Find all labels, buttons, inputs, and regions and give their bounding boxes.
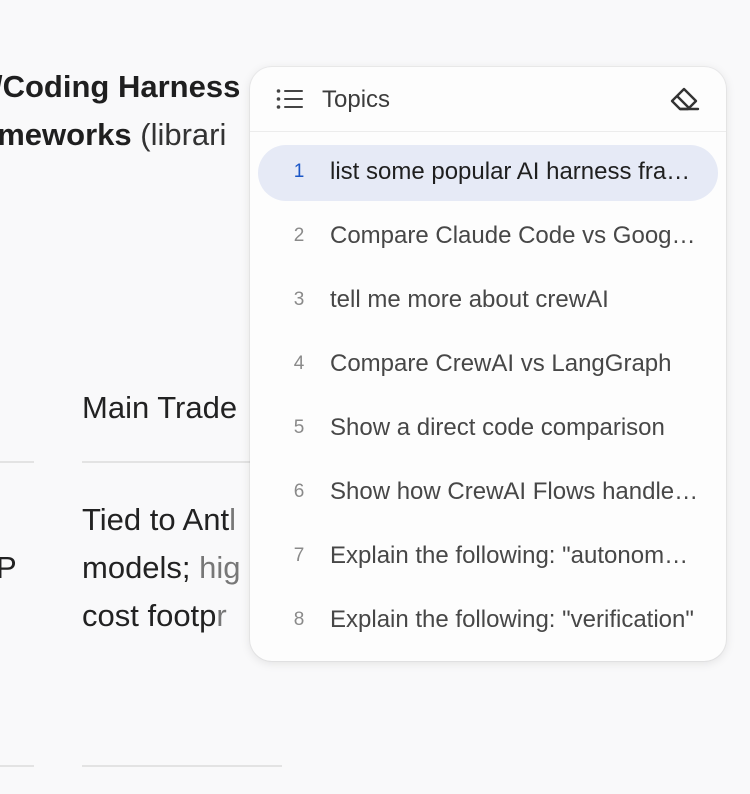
cell-text-faint: l xyxy=(229,502,236,537)
topic-number: 6 xyxy=(293,481,305,502)
topic-item[interactable]: 3 tell me more about crewAI xyxy=(258,273,718,329)
doc-heading-line-2: ameworks (librari xyxy=(0,119,226,150)
topic-number: 7 xyxy=(293,545,305,566)
topic-label: Show a direct code comparison xyxy=(330,414,665,441)
topic-number: 4 xyxy=(293,353,305,374)
topic-item[interactable]: 2 Compare Claude Code vs Google Antigravi… xyxy=(258,209,718,265)
topic-label: Explain the following: "verification" xyxy=(330,606,694,633)
eraser-icon[interactable] xyxy=(666,83,702,115)
table-cell-line: Tied to Antl xyxy=(82,504,236,535)
topic-label: Show how CrewAI Flows handle state xyxy=(330,478,700,505)
cell-text-faint: hig xyxy=(199,550,241,585)
doc-heading-normal: (librari xyxy=(131,117,227,152)
topic-item[interactable]: 1 list some popular AI harness frameworks xyxy=(258,145,718,201)
topics-title: Topics xyxy=(322,86,391,113)
topic-number: 8 xyxy=(293,609,305,630)
table-divider xyxy=(82,461,252,463)
topic-number: 1 xyxy=(293,161,305,182)
topics-panel-header: Topics xyxy=(250,67,726,132)
cell-text: cost footp xyxy=(82,598,217,633)
topic-label: Explain the following: "autonomous agent… xyxy=(330,542,700,569)
topic-item[interactable]: 5 Show a direct code comparison xyxy=(258,401,718,457)
topics-panel: Topics 1 list some popular AI harness fra… xyxy=(250,67,726,661)
list-icon xyxy=(276,88,304,110)
table-divider xyxy=(82,765,282,767)
cell-text: Tied to Ant xyxy=(82,502,230,537)
topic-item[interactable]: 4 Compare CrewAI vs LangGraph xyxy=(258,337,718,393)
topic-item[interactable]: 8 Explain the following: "verification" xyxy=(258,593,718,649)
page: /Coding Harness ameworks (librari Main T… xyxy=(0,0,750,794)
table-divider xyxy=(0,461,34,463)
topic-number: 3 xyxy=(293,289,305,310)
table-column-header: Main Trade xyxy=(82,390,238,425)
topic-label: list some popular AI harness frameworks xyxy=(330,158,700,185)
topic-label: Compare Claude Code vs Google Antigravit… xyxy=(330,222,700,249)
doc-heading-strong: ameworks xyxy=(0,117,132,152)
table-divider xyxy=(0,765,34,767)
table-cell-line: models; hig xyxy=(82,552,241,583)
topic-label: Compare CrewAI vs LangGraph xyxy=(330,350,672,377)
topic-item[interactable]: 6 Show how CrewAI Flows handle state xyxy=(258,465,718,521)
topics-list: 1 list some popular AI harness frameworks… xyxy=(250,145,726,657)
topic-number: 2 xyxy=(293,225,305,246)
table-cell-fragment: P xyxy=(0,550,17,585)
cell-text: models; xyxy=(82,550,200,585)
topic-item[interactable]: 7 Explain the following: "autonomous agen… xyxy=(258,529,718,585)
topic-number: 5 xyxy=(293,417,305,438)
cell-text-faint: r xyxy=(216,598,227,633)
topic-label: tell me more about crewAI xyxy=(330,286,609,313)
doc-heading-line-1: /Coding Harness xyxy=(0,69,241,104)
table-cell-line: cost footpr xyxy=(82,600,227,631)
